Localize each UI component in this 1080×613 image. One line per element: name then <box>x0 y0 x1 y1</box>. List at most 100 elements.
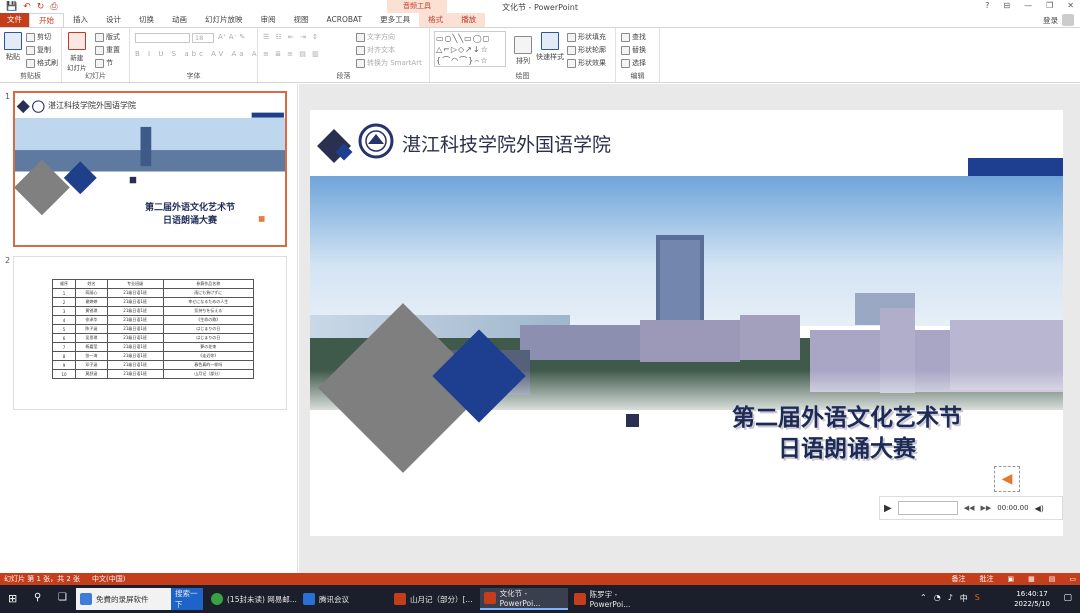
tab-view[interactable]: 视图 <box>285 13 318 27</box>
slide-org-name: 湛江科技学院外国语学院 <box>402 134 612 156</box>
font-size-field[interactable]: 18 <box>192 33 214 43</box>
find-button[interactable]: 查找 <box>621 32 646 42</box>
help-button[interactable]: ? <box>985 1 989 10</box>
rewind-button[interactable]: ◀◀ <box>964 504 975 512</box>
tab-slideshow[interactable]: 幻灯片放映 <box>196 13 252 27</box>
taskbar-item-ppt-shanyueji[interactable]: 山月记（部分）[... <box>390 588 478 610</box>
speaker-icon[interactable]: ◀ <box>1002 471 1013 487</box>
tab-file[interactable]: 文件 <box>0 13 29 27</box>
font-style-buttons[interactable]: B I U S abc AV Aa A <box>135 50 260 58</box>
system-clock[interactable]: 16:40:17 2022/5/10 <box>1014 589 1050 609</box>
play-button[interactable]: ▶ <box>884 503 892 514</box>
tab-acrobat[interactable]: ACROBAT <box>318 13 372 27</box>
tab-review[interactable]: 审阅 <box>252 13 285 27</box>
comments-button[interactable]: 批注 <box>980 574 994 584</box>
table-cell: 吴思琪 <box>75 333 108 343</box>
slide-sorter-icon[interactable]: ▦ <box>1028 575 1035 583</box>
tab-format[interactable]: 格式 <box>419 13 453 27</box>
list-buttons[interactable]: ☰ ☷ ⇤ ⇥ ↕ <box>263 33 320 41</box>
normal-view-icon[interactable]: ▣ <box>1008 575 1015 583</box>
taskbar-search-button[interactable]: 搜索一下 <box>171 588 203 610</box>
tab-more-tools[interactable]: 更多工具 <box>371 13 419 27</box>
align-text-button[interactable]: 对齐文本 <box>356 45 395 55</box>
table-cell: 山月记（部分） <box>162 369 255 379</box>
shape-outline-button[interactable]: 形状轮廓 <box>567 45 606 55</box>
taskbar-item-tencent-meeting[interactable]: 腾讯会议 <box>299 588 385 610</box>
powerpoint-icon <box>574 593 586 605</box>
format-painter-button[interactable]: 格式刷 <box>26 58 58 68</box>
cut-button[interactable]: 剪切 <box>26 32 51 42</box>
notifications-icon[interactable]: ▢ <box>1063 593 1072 603</box>
minimize-button[interactable]: — <box>1024 1 1032 10</box>
select-button[interactable]: 选择 <box>621 58 646 68</box>
powerpoint-icon <box>394 593 406 605</box>
sogou-icon[interactable]: S <box>975 593 980 604</box>
taskbar-item-netease-mail[interactable]: (15封未读) 网易邮... <box>207 588 297 610</box>
text-direction-icon <box>356 32 365 42</box>
task-view-icon[interactable]: ❑ <box>58 592 67 603</box>
reading-view-icon[interactable]: ▤ <box>1049 575 1056 583</box>
ribbon-display-button[interactable]: ⊟ <box>1003 1 1010 10</box>
language-indicator[interactable]: 中文(中国) <box>92 574 125 584</box>
taskbar-item-ppt-chenluoyu[interactable]: 陈罗宇 - PowerPoi... <box>570 588 658 610</box>
layout-button[interactable]: 版式 <box>95 32 120 42</box>
volume-icon[interactable]: ◀) <box>1035 504 1044 513</box>
avatar[interactable] <box>1062 14 1074 26</box>
restore-button[interactable]: ❐ <box>1046 1 1053 10</box>
shape-effects-button[interactable]: 形状效果 <box>567 58 606 68</box>
taskbar-item-ppt-wenhuajie[interactable]: 文化节 - PowerPoi... <box>480 588 568 610</box>
paste-button[interactable]: 粘贴 <box>4 32 22 62</box>
shape-outline-label: 形状轮廓 <box>578 46 606 54</box>
shape-fill-button[interactable]: 形状填充 <box>567 32 606 42</box>
arrange-label: 排列 <box>516 57 530 65</box>
taskbar-item-browser-search[interactable]: 免費的录屏软件 <box>76 588 171 610</box>
tab-playback[interactable]: 播放 <box>452 13 486 27</box>
copy-icon <box>26 45 35 55</box>
sign-in-label[interactable]: 登录 <box>1043 15 1058 26</box>
table-row: 10 莫舒涵 21级日语1班 山月记（部分） <box>51 369 255 379</box>
sign-in[interactable]: 登录 <box>1043 14 1074 26</box>
tab-design[interactable]: 设计 <box>97 13 130 27</box>
table-cell: 谢婷婷 <box>75 297 108 307</box>
align-buttons[interactable]: ≡ ≣ ≡ ▤ ▥ <box>263 50 321 58</box>
tab-insert[interactable]: 插入 <box>64 13 97 27</box>
new-slide-button[interactable]: 新建 幻灯片 <box>67 32 87 72</box>
text-direction-button[interactable]: 文字方向 <box>356 32 395 42</box>
arrange-icon <box>514 36 532 54</box>
tab-home[interactable]: 开始 <box>29 13 64 27</box>
ime-indicator[interactable]: 中 <box>960 593 968 604</box>
reset-button[interactable]: 重置 <box>95 45 120 55</box>
tab-transitions[interactable]: 切换 <box>130 13 163 27</box>
arrange-button[interactable]: 排列 <box>514 36 532 66</box>
audio-icon-selection[interactable]: ◀ <box>994 466 1020 492</box>
clipboard-group-label: 剪贴板 <box>20 72 41 80</box>
table-cell: はじまりの日 <box>162 324 255 334</box>
tab-animations[interactable]: 动画 <box>163 13 196 27</box>
audio-progress-bar[interactable] <box>897 501 958 515</box>
current-slide[interactable]: 湛江科技学院外国语学院 第二届外语文化艺术节 日语朗诵大赛 ◀ ▶ ◀◀ ▶▶ … <box>310 110 1063 536</box>
copy-button[interactable]: 复制 <box>26 45 51 55</box>
font-grow-shrink[interactable]: A⁺ A⁻ ✎ <box>218 33 245 41</box>
notes-button[interactable]: 备注 <box>952 574 966 584</box>
quick-styles-button[interactable]: 快速样式 <box>536 32 564 62</box>
slide-2-thumbnail[interactable]: 顺序 姓名 专业班级 参赛作品名称 1 蒋丽心 21级日语1班 雨にも負けずに 2 谢婷婷 21级日… <box>13 256 287 410</box>
drawing-group-label: 绘图 <box>515 72 530 80</box>
shapes-gallery[interactable]: ▭○╲╲▭◯◻ △⌐▷◇↗↓☆ {⌒◠⌒}⌢☆ <box>434 31 506 67</box>
replace-button[interactable]: 替换 <box>621 45 646 55</box>
close-button[interactable]: ✕ <box>1067 1 1074 10</box>
volume-tray-icon[interactable]: ♪ <box>948 593 953 604</box>
smartart-button[interactable]: 转换为 SmartArt <box>356 58 422 68</box>
slide-1-thumbnail[interactable]: 湛江科技学院外国语学院 第二届外语文化艺术节 日语朗诵大赛 <box>13 91 287 247</box>
tray-expand-icon[interactable]: ⌃ <box>920 593 927 604</box>
section-button[interactable]: 节 <box>95 58 113 68</box>
slide-title-line1: 第二届外语文化艺术节 <box>732 405 962 431</box>
slideshow-icon[interactable]: ▭ <box>1069 575 1076 583</box>
slide-2-table: 顺序 姓名 专业班级 参赛作品名称 1 蒋丽心 21级日语1班 雨にも負けずに 2 谢婷婷 21级日… <box>51 279 255 379</box>
wifi-icon[interactable]: ◔ <box>934 593 941 604</box>
clipboard-group: 粘贴 剪切 复制 格式刷 剪贴板 <box>0 28 62 82</box>
search-icon[interactable]: ⚲ <box>34 592 41 603</box>
font-name-field[interactable] <box>135 33 190 43</box>
forward-button[interactable]: ▶▶ <box>980 504 991 512</box>
windows-start-icon[interactable]: ⊞ <box>8 592 17 605</box>
slide-thumbnail-panel: 1 湛江科技学院外国语学院 第二届外语文化艺术节 日语朗诵大赛 2 顺序 姓名 … <box>0 84 298 613</box>
